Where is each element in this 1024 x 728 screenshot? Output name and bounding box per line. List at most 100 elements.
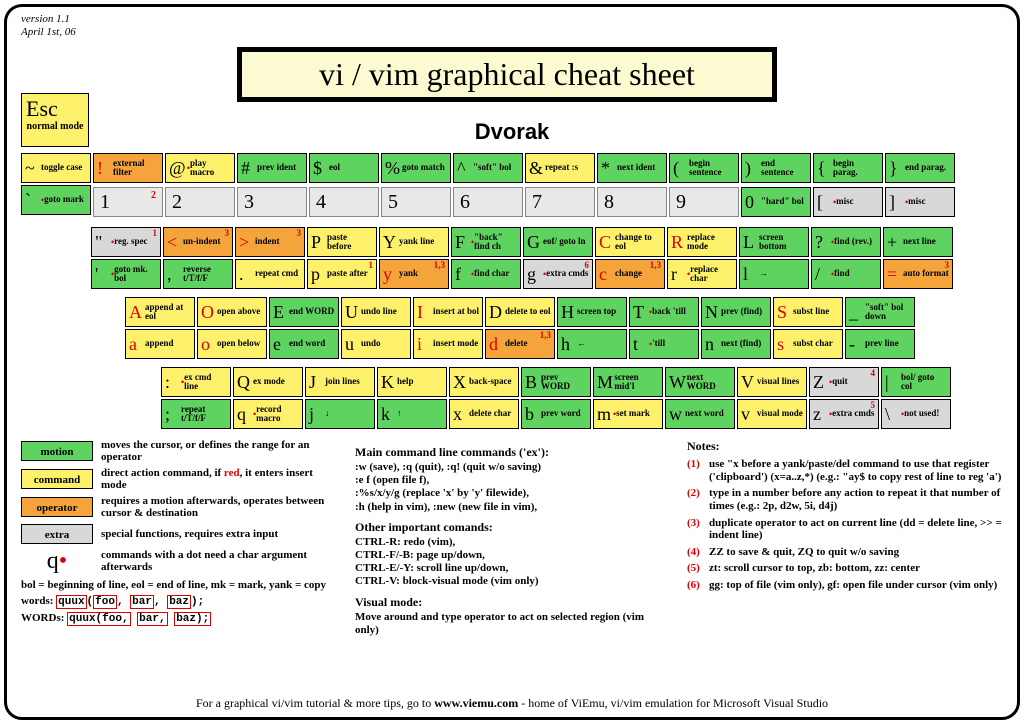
legend: motionmoves the cursor, or defines the r… (21, 439, 341, 625)
key-x: xdelete char (449, 399, 519, 429)
ex-cmds-text: :w (save), :q (quit), :q! (quit w/o savi… (355, 461, 665, 514)
key-a: aappend (125, 329, 195, 359)
key-|: |bol/ goto col (881, 367, 951, 397)
key-r: r•replace char (667, 259, 737, 289)
key-m: m•set mark (593, 399, 663, 429)
key-N: Nprev (find) (701, 297, 771, 327)
words-example: words: quux(foo, bar, baz); (21, 595, 341, 608)
key-M: Mscreen mid'l (593, 367, 663, 397)
note-text: duplicate operator to act on current lin… (709, 517, 1007, 542)
key-b: bprev word (521, 399, 591, 429)
key-Y: Yyank line (379, 227, 449, 257)
key-q: q•record macro (233, 399, 303, 429)
note-num: (6) (687, 579, 709, 592)
key-A: Aappend at eol (125, 297, 195, 327)
key-R: Rreplace mode (667, 227, 737, 257)
numkey-8: 8 (597, 187, 667, 217)
numkey-4: 4 (309, 187, 379, 217)
WORDs-label: WORDs: (21, 612, 64, 624)
key-Q: Qex mode (233, 367, 303, 397)
key-V: Vvisual lines (737, 367, 807, 397)
q-dot-sym: q• (21, 548, 93, 575)
key-i: iinsert mode (413, 329, 483, 359)
key-0: 0"hard" bol (741, 187, 811, 217)
visual-heading: Visual mode: (355, 595, 665, 610)
numkey-5: 5 (381, 187, 451, 217)
key-@: @•play macro (165, 153, 235, 183)
note-num: (2) (687, 487, 709, 512)
key-:: :•ex cmd line (161, 367, 231, 397)
other-cmds-text: CTRL-R: redo (vim),CTRL-F/-B: page up/do… (355, 536, 665, 589)
key-t: t•'till (629, 329, 699, 359)
key-/: /•find (811, 259, 881, 289)
q-dot-text: commands with a dot need a char argument… (101, 549, 341, 573)
ex-cmds-heading: Main command line commands ('ex'): (355, 445, 665, 460)
key-H: Hscreen top (557, 297, 627, 327)
key-L: Lscreen bottom (739, 227, 809, 257)
key-G: Geof/ goto ln (523, 227, 593, 257)
note-text: zt: scroll cursor to top, zb: bottom, zz… (709, 562, 920, 575)
version-date: April 1st, 06 (21, 26, 76, 39)
title: vi / vim graphical cheat sheet (237, 47, 777, 102)
number-row-lower: 12234567890"hard" bol[•misc]•misc (93, 187, 955, 217)
key-\: \•not used! (881, 399, 951, 429)
numkey-2: 2 (165, 187, 235, 217)
key-h: h← (557, 329, 627, 359)
key-*: *next ident (597, 153, 667, 183)
footer: For a graphical vi/vim tutorial & more t… (7, 696, 1017, 711)
key-F: F•"back" find ch (451, 227, 521, 257)
key-s: ssubst char (773, 329, 843, 359)
key-z: z•extra cmds5 (809, 399, 879, 429)
key-[: [•misc (813, 187, 883, 217)
key-e: eend word (269, 329, 339, 359)
note-num: (1) (687, 458, 709, 483)
key-;: ;repeat t/T/f/F (161, 399, 231, 429)
bottom-row: :•ex cmd line;repeat t/T/f/FQex modeq•re… (161, 367, 951, 429)
key-}: }end parag. (885, 153, 955, 183)
key-E: Eend WORD (269, 297, 339, 327)
esc-sym: Esc (26, 96, 84, 122)
legend-command: command (21, 469, 93, 489)
key-T: T•back 'till (629, 297, 699, 327)
key-X: Xback-space (449, 367, 519, 397)
key-f: f•find char (451, 259, 521, 289)
subtitle: Dvorak (7, 119, 1017, 145)
key-=: =auto format3 (883, 259, 953, 289)
note-text: use "x before a yank/paste/del command t… (709, 458, 1007, 483)
key-~: ~toggle case (21, 153, 91, 183)
key-n: nnext (find) (701, 329, 771, 359)
home-row: Aappend at eolaappendOopen aboveoopen be… (125, 297, 915, 359)
key-$: $eol (309, 153, 379, 183)
note-text: ZZ to save & quit, ZQ to quit w/o saving (709, 546, 899, 559)
key-,: ,reverse t/T/f/F (163, 259, 233, 289)
legend-text-extra: special functions, requires extra input (101, 528, 341, 540)
key-I: Iinsert at bol (413, 297, 483, 327)
key-#: #prev ident (237, 153, 307, 183)
key-S: Ssubst line (773, 297, 843, 327)
key-{: {begin parag. (813, 153, 883, 183)
numkey-6: 6 (453, 187, 523, 217)
notes-heading: Notes: (687, 439, 1007, 454)
key-C: Cchange to eol (595, 227, 665, 257)
key-K: Khelp (377, 367, 447, 397)
key-`: `•goto mark (21, 185, 91, 215)
key-B: Bprev WORD (521, 367, 591, 397)
key-d: ddelete1,3 (485, 329, 555, 359)
numkey-1: 12 (93, 187, 163, 217)
key-c: cchange1,3 (595, 259, 665, 289)
note-num: (3) (687, 517, 709, 542)
key-v: vvisual mode (737, 399, 807, 429)
legend-motion: motion (21, 441, 93, 461)
top-letter-row: "•reg. spec1'•goto mk. bol<un-indent3,re… (91, 227, 953, 289)
key-U: Uundo line (341, 297, 411, 327)
key-W: Wnext WORD (665, 367, 735, 397)
esc-key: Esc normal mode (21, 93, 89, 147)
key-): )end sentence (741, 153, 811, 183)
key-O: Oopen above (197, 297, 267, 327)
key-': '•goto mk. bol (91, 259, 161, 289)
key-]: ]•misc (885, 187, 955, 217)
key->: >indent3 (235, 227, 305, 257)
key-": "•reg. spec1 (91, 227, 161, 257)
legend-text-command: direct action command, if red, it enters… (101, 467, 341, 491)
key-w: wnext word (665, 399, 735, 429)
